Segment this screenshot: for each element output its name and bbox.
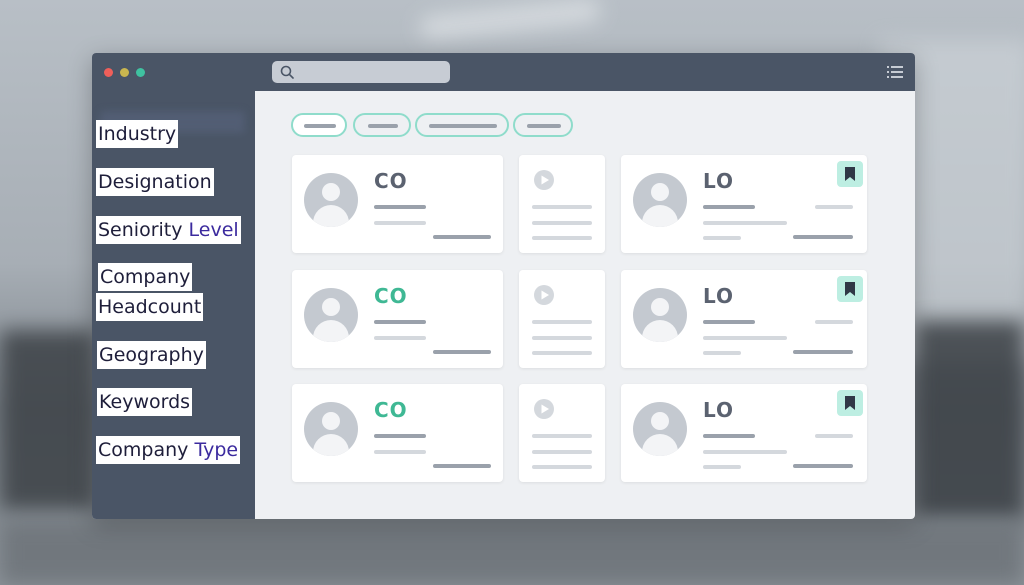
maximize-window-button[interactable] xyxy=(136,68,145,77)
contact-card[interactable]: CO xyxy=(292,270,503,368)
filter-chip-3[interactable] xyxy=(415,113,509,137)
play-icon[interactable] xyxy=(533,284,555,306)
close-window-button[interactable] xyxy=(104,68,113,77)
play-icon[interactable] xyxy=(533,169,555,191)
search-icon xyxy=(280,65,294,79)
user-avatar-icon xyxy=(633,173,687,227)
company-logo: CO xyxy=(374,284,408,308)
user-avatar-icon xyxy=(304,288,358,342)
bookmark-button[interactable] xyxy=(837,161,863,187)
company-logo: LO xyxy=(703,284,735,308)
search-input[interactable] xyxy=(272,61,450,83)
company-logo: LO xyxy=(703,398,735,422)
company-card[interactable]: LO xyxy=(621,384,867,482)
user-avatar-icon xyxy=(633,402,687,456)
filter-label-company-headcount-line2[interactable]: Headcount xyxy=(96,293,204,321)
bookmark-icon xyxy=(845,167,855,181)
filter-chip-1[interactable] xyxy=(291,113,347,137)
filter-label-designation[interactable]: Designation xyxy=(96,168,214,196)
background-chair-right xyxy=(915,320,1024,520)
bookmark-icon xyxy=(845,282,855,296)
filter-chip-4[interactable] xyxy=(513,113,573,137)
list-menu-icon[interactable] xyxy=(887,65,903,79)
company-logo: CO xyxy=(374,169,408,193)
company-logo: LO xyxy=(703,169,735,193)
filter-label-geography[interactable]: Geography xyxy=(97,341,206,369)
company-card[interactable]: LO xyxy=(621,155,867,253)
title-bar xyxy=(92,53,915,91)
media-card[interactable] xyxy=(519,384,605,482)
filter-label-company-type[interactable]: Company Type xyxy=(96,436,241,464)
filter-label-company-headcount-line1[interactable]: Company xyxy=(98,263,193,291)
user-avatar-icon xyxy=(304,402,358,456)
bookmark-icon xyxy=(845,396,855,410)
filter-label-industry[interactable]: Industry xyxy=(96,120,179,148)
bookmark-button[interactable] xyxy=(837,390,863,416)
background-floor xyxy=(0,520,1024,585)
company-logo: CO xyxy=(374,398,408,422)
user-avatar-icon xyxy=(633,288,687,342)
background-light xyxy=(419,0,601,40)
media-card[interactable] xyxy=(519,270,605,368)
user-avatar-icon xyxy=(304,173,358,227)
contact-card[interactable]: CO xyxy=(292,384,503,482)
contact-card[interactable]: CO xyxy=(292,155,503,253)
filter-chip-2[interactable] xyxy=(353,113,411,137)
background-chair-left xyxy=(0,330,95,510)
play-icon[interactable] xyxy=(533,398,555,420)
media-card[interactable] xyxy=(519,155,605,253)
minimize-window-button[interactable] xyxy=(120,68,129,77)
bookmark-button[interactable] xyxy=(837,276,863,302)
filter-label-keywords[interactable]: Keywords xyxy=(97,388,193,416)
filter-label-seniority-level[interactable]: Seniority Level xyxy=(96,216,241,244)
company-card[interactable]: LO xyxy=(621,270,867,368)
main-content: CO LO CO LO CO LO xyxy=(255,91,915,519)
